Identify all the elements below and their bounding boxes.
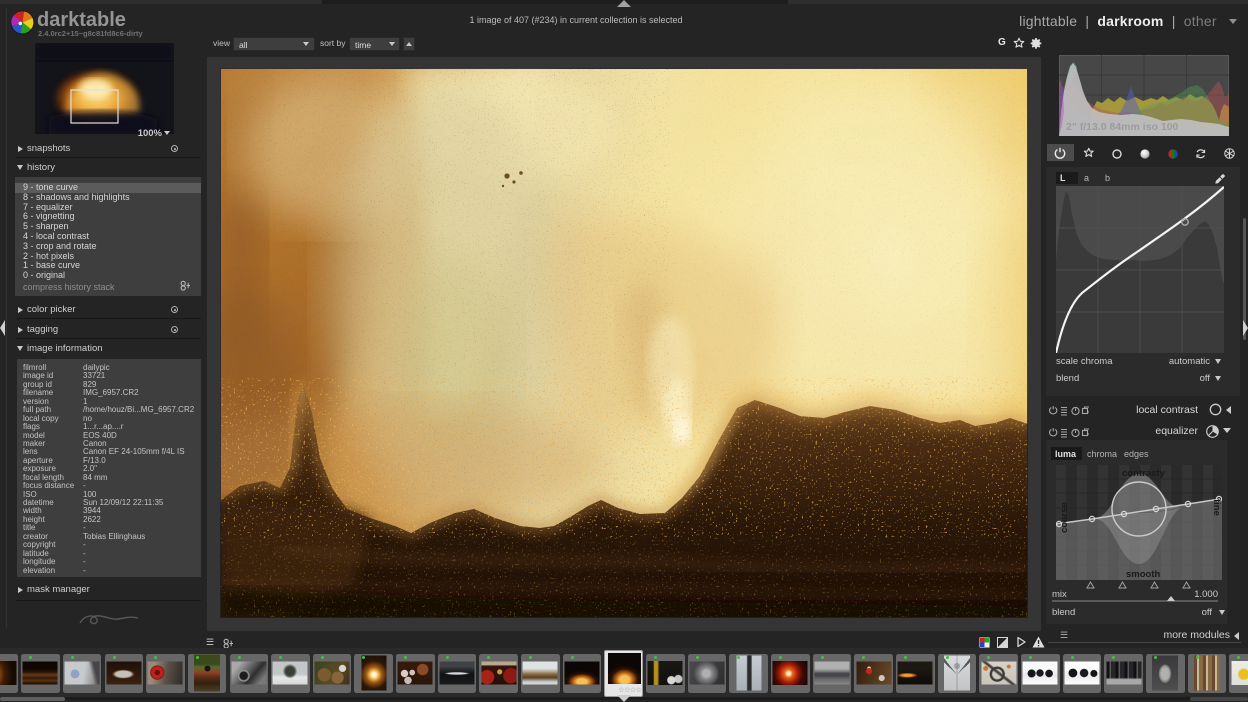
svg-text:2ʺ f/13.0 84mm iso 100: 2ʺ f/13.0 84mm iso 100 <box>1066 121 1179 133</box>
svg-text:smooth: smooth <box>1126 569 1161 580</box>
svg-text:fine: fine <box>1211 499 1222 516</box>
svg-text:coarse: coarse <box>1059 502 1070 533</box>
svg-text:contrasty: contrasty <box>1122 468 1165 479</box>
